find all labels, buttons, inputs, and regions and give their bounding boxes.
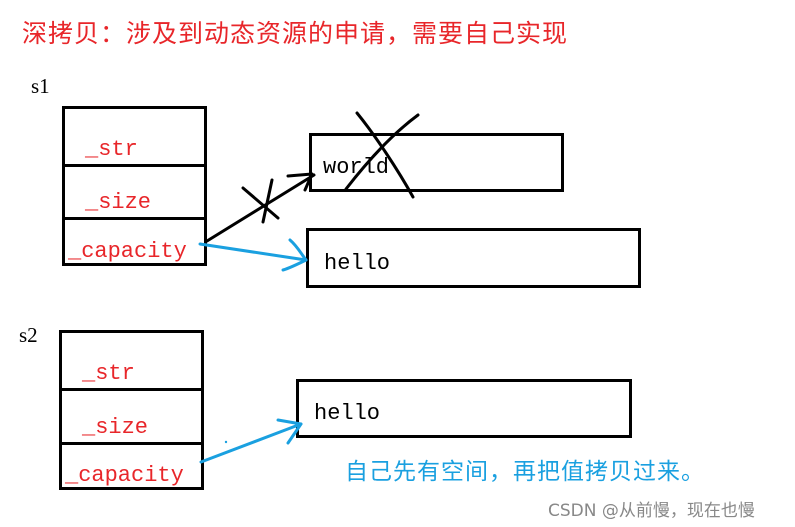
world-block-cross-icon [344,111,420,199]
stray-dot [224,440,228,444]
s1-new-pointer-arrowhead [281,238,308,272]
csdn-watermark: CSDN @从前慢，现在也慢 [548,501,755,521]
old-pointer-line [205,173,316,243]
explanation-note: 自己先有空间，再把值拷贝过来。 [345,459,705,485]
s1-new-pointer-arrow [198,238,308,272]
s1-new-pointer-line [198,242,308,262]
pointer-strokes [198,111,420,464]
s2-new-pointer-arrow [199,418,303,464]
s2-new-pointer-line [199,422,303,464]
old-pointer-arrow [205,172,316,243]
